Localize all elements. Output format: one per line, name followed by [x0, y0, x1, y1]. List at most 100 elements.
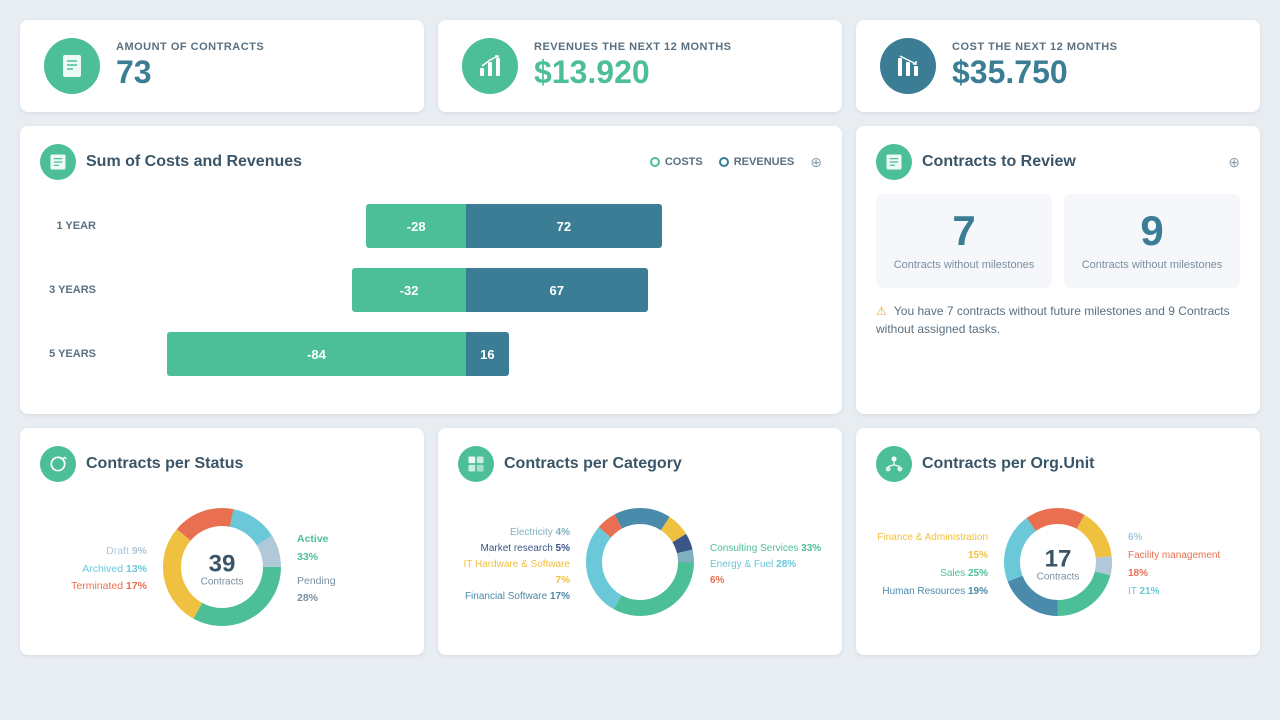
kpi-revenues-label: REVENUES THE NEXT 12 MONTHS: [534, 41, 731, 53]
contracts-status-card: Contracts per Status Draft 9% Archived 1…: [20, 428, 424, 655]
bar-chart: 1 YEAR -28 72 3 YEARS: [40, 194, 822, 376]
costs-revenues-actions: COSTS REVENUES ⊕: [650, 154, 822, 171]
status-title: Contracts per Status: [86, 455, 404, 473]
status-donut-center: 39 Contracts: [201, 552, 244, 587]
category-donut-center: [615, 540, 665, 590]
review-num-7: 7: [892, 210, 1036, 252]
org-icon: [876, 446, 912, 482]
bar-pos-1year: 72: [466, 204, 662, 248]
category-header: Contracts per Category: [458, 446, 822, 482]
costs-revenues-header: Sum of Costs and Revenues COSTS REVENUES…: [40, 144, 822, 180]
bar-container-3years: -32 67: [110, 268, 822, 312]
costs-revenues-title: Sum of Costs and Revenues: [86, 153, 640, 171]
terminated-legend: Terminated 17%: [40, 578, 147, 596]
revenues-legend-label: REVENUES: [734, 156, 795, 168]
it-org-legend: IT 21%: [1128, 583, 1240, 601]
contracts-category-card: Contracts per Category Electricity 4% Ma…: [438, 428, 842, 655]
revenues-legend: REVENUES: [719, 156, 795, 168]
status-legend-right: Active 33% Pending 28%: [297, 531, 404, 608]
bar-row-5years: 5 YEARS -84 16: [40, 332, 822, 376]
sales-legend: Sales 25%: [876, 565, 988, 583]
status-icon: [40, 446, 76, 482]
costs-icon: [880, 38, 936, 94]
costs-revenues-icon: [40, 144, 76, 180]
dashboard: AMOUNT OF CONTRACTS 73 REVENUES THE NEXT…: [20, 20, 1260, 655]
bar-pos-3years: 67: [466, 268, 648, 312]
review-sub-7: Contracts without milestones: [892, 258, 1036, 272]
kpi-revenues: REVENUES THE NEXT 12 MONTHS $13.920: [438, 20, 842, 112]
active-legend: Active: [297, 531, 404, 549]
electricity-legend: Electricity 4%: [458, 525, 570, 541]
status-donut-section: Draft 9% Archived 13% Terminated 17%: [40, 496, 404, 637]
org-donut: 17 Contracts: [998, 502, 1118, 627]
status-donut: 39 Contracts: [157, 502, 287, 637]
bar-neg-3years: -32: [352, 268, 466, 312]
review-boxes: 7 Contracts without milestones 9 Contrac…: [876, 194, 1240, 288]
bar-row-1year: 1 YEAR -28 72: [40, 204, 822, 248]
pending-pct-legend: 28%: [297, 590, 404, 608]
category-icon: [458, 446, 494, 482]
bar-container-5years: -84 16: [110, 332, 822, 376]
bar-pos-5years: 16: [466, 332, 509, 376]
status-donut-num: 39: [201, 552, 244, 576]
warning-text: ⚠ You have 7 contracts without future mi…: [876, 302, 1240, 338]
status-legend-left: Draft 9% Archived 13% Terminated 17%: [40, 543, 147, 597]
kpi-revenues-value: $13.920: [534, 55, 731, 90]
category-donut: [580, 502, 700, 627]
bar-neg-1year: -28: [366, 204, 466, 248]
kpi-costs-text: COST THE NEXT 12 MONTHS $35.750: [952, 41, 1118, 90]
energy-fuel-legend: Energy & Fuel 28%: [710, 557, 822, 573]
archived-legend: Archived 13%: [40, 561, 147, 579]
market-research-legend: Market research 5%: [458, 541, 570, 557]
bar-row-3years: 3 YEARS -32 67: [40, 268, 822, 312]
costs-legend: COSTS: [650, 156, 703, 168]
six-pct-org-legend: 6%: [1128, 529, 1240, 547]
category-legend-left: Electricity 4% Market research 5% IT Har…: [458, 525, 570, 605]
kpi-costs: COST THE NEXT 12 MONTHS $35.750: [856, 20, 1260, 112]
status-donut-label: Contracts: [201, 576, 244, 587]
review-box-7: 7 Contracts without milestones: [876, 194, 1052, 288]
review-box-9: 9 Contracts without milestones: [1064, 194, 1240, 288]
kpi-costs-value: $35.750: [952, 55, 1118, 90]
contracts-icon: [44, 38, 100, 94]
kpi-contracts-value: 73: [116, 55, 264, 90]
bar-container-1year: -28 72: [110, 204, 822, 248]
org-donut-section: Finance & Administration 15% Sales 25% H…: [876, 496, 1240, 627]
costs-legend-dot: [650, 157, 660, 167]
costs-legend-label: COSTS: [665, 156, 703, 168]
revenues-legend-dot: [719, 157, 729, 167]
review-header: Contracts to Review ⊕: [876, 144, 1240, 180]
warning-icon: ⚠: [876, 304, 887, 318]
org-donut-center: 17 Contracts: [1037, 547, 1080, 582]
kpi-contracts-text: AMOUNT OF CONTRACTS 73: [116, 41, 264, 90]
facility-legend: Facility management 18%: [1128, 547, 1240, 583]
review-title: Contracts to Review: [922, 153, 1218, 171]
org-donut-label: Contracts: [1037, 571, 1080, 582]
org-donut-num: 17: [1037, 547, 1080, 571]
org-title: Contracts per Org.Unit: [922, 455, 1240, 473]
consulting-legend: Consulting Services 33%: [710, 541, 822, 557]
revenues-icon: [462, 38, 518, 94]
org-legend-right: 6% Facility management 18% IT 21%: [1128, 529, 1240, 601]
review-icon: [876, 144, 912, 180]
kpi-contracts-label: AMOUNT OF CONTRACTS: [116, 41, 264, 53]
contracts-org-card: Contracts per Org.Unit Finance & Adminis…: [856, 428, 1260, 655]
pending-legend: Pending: [297, 573, 404, 591]
crosshair-icon[interactable]: ⊕: [810, 154, 822, 171]
contracts-review-card: Contracts to Review ⊕ 7 Contracts withou…: [856, 126, 1260, 414]
kpi-revenues-text: REVENUES THE NEXT 12 MONTHS $13.920: [534, 41, 731, 90]
costs-revenues-card: Sum of Costs and Revenues COSTS REVENUES…: [20, 126, 842, 414]
bar-label-1year: 1 YEAR: [40, 220, 110, 232]
kpi-costs-label: COST THE NEXT 12 MONTHS: [952, 41, 1118, 53]
review-crosshair-icon[interactable]: ⊕: [1228, 154, 1240, 171]
kpi-contracts: AMOUNT OF CONTRACTS 73: [20, 20, 424, 112]
draft-legend: Draft 9%: [40, 543, 147, 561]
category-donut-section: Electricity 4% Market research 5% IT Har…: [458, 496, 822, 627]
bar-neg-5years: -84: [167, 332, 466, 376]
category-title: Contracts per Category: [504, 455, 822, 473]
bar-label-5years: 5 YEARS: [40, 348, 110, 360]
it-hardware-legend: IT Hardware & Software 7%: [458, 557, 570, 589]
category-legend-right: Consulting Services 33% Energy & Fuel 28…: [710, 541, 822, 589]
bar-label-3years: 3 YEARS: [40, 284, 110, 296]
review-num-9: 9: [1080, 210, 1224, 252]
